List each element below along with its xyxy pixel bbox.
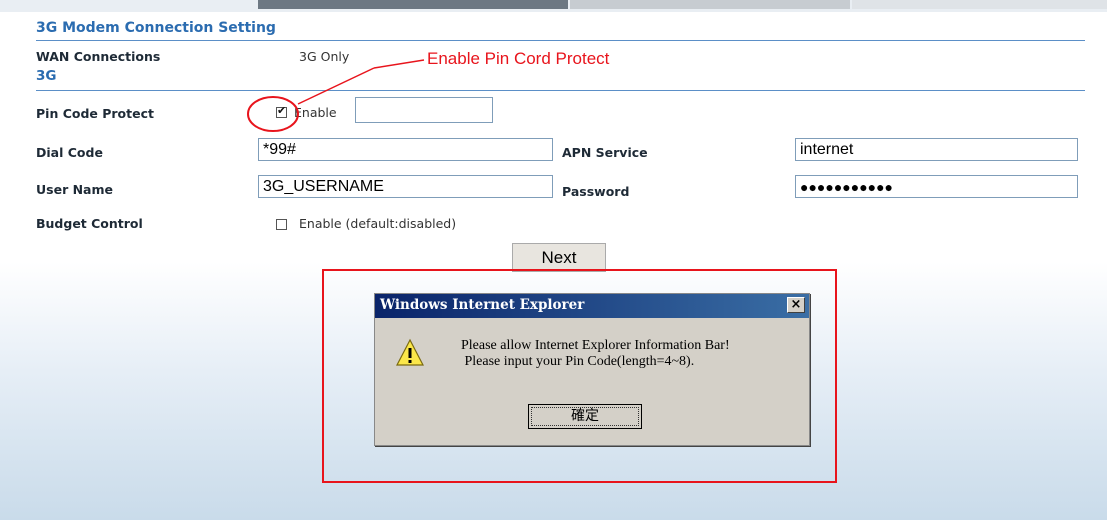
focus-outline: [531, 407, 639, 426]
dialog-message: Please allow Internet Explorer Informati…: [461, 338, 730, 370]
annotation-arrow-line: [297, 67, 375, 105]
dialog-ok-button[interactable]: 確定: [528, 404, 642, 429]
close-icon[interactable]: ×: [787, 297, 805, 313]
dialog-message-line: Please input your Pin Code(length=4~8).: [461, 354, 695, 369]
dialog-message-line: Please allow Internet Explorer Informati…: [461, 338, 730, 353]
annotation-circle: [247, 96, 299, 132]
dialog-title: Windows Internet Explorer: [380, 297, 585, 313]
warning-icon: [396, 338, 424, 366]
dialog-title-bar: Windows Internet Explorer ×: [375, 294, 809, 318]
ie-alert-dialog: Windows Internet Explorer × Please allow…: [374, 293, 810, 446]
annotation-arrow-line: [373, 59, 425, 69]
